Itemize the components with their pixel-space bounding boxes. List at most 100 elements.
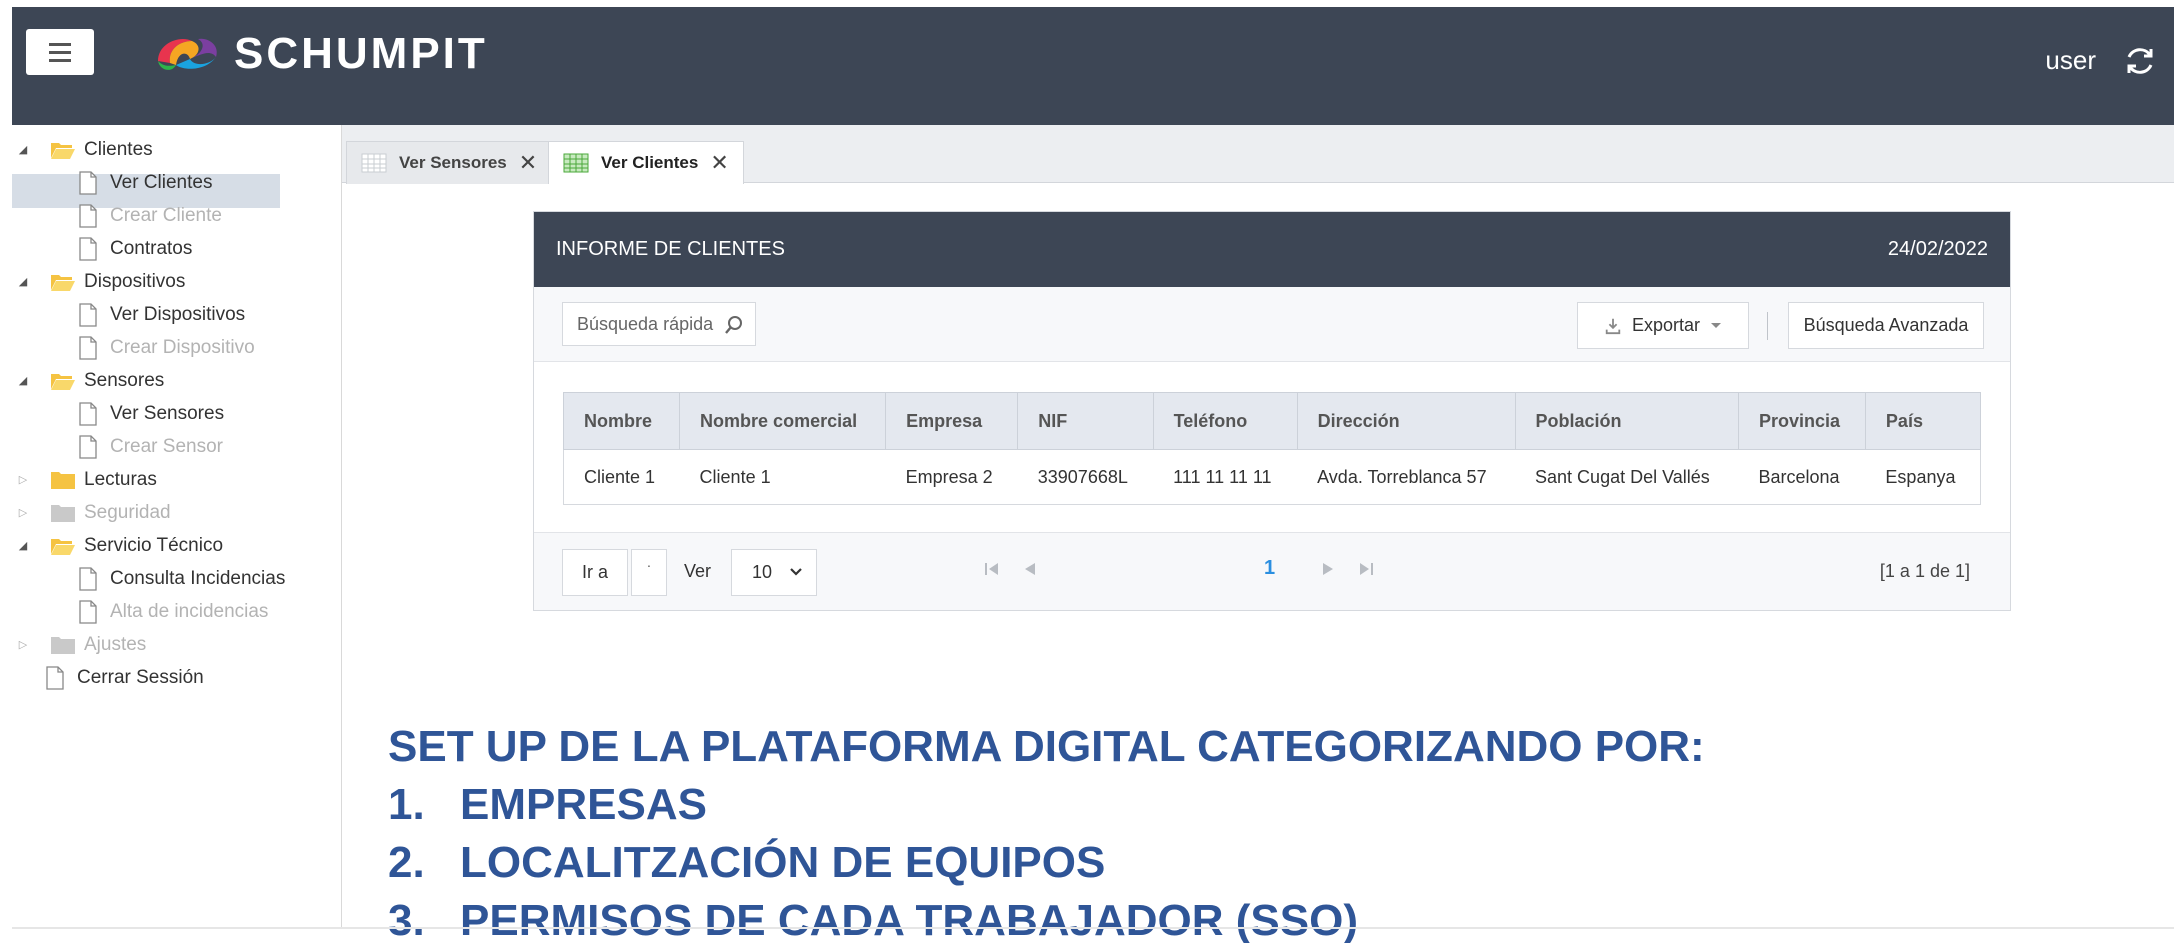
tab-label: Ver Clientes (601, 153, 699, 172)
tree-item[interactable]: Crear Cliente (78, 199, 222, 232)
hamburger-menu-button[interactable] (26, 29, 94, 75)
tree-item[interactable]: Ver Sensores (78, 397, 224, 430)
report-toolbar: Búsqueda rápida Exportar Búsqueda Avanza… (534, 287, 2010, 362)
close-icon[interactable]: ✕ (710, 150, 728, 176)
previous-page-icon[interactable] (1020, 559, 1040, 579)
last-page-icon[interactable] (1356, 559, 1376, 579)
tree-item[interactable]: ◢ Sensores (16, 364, 165, 397)
close-icon[interactable]: ✕ (519, 150, 537, 176)
column-header[interactable]: Teléfono (1152, 392, 1298, 450)
column-header[interactable]: Dirección (1296, 392, 1516, 450)
column-header[interactable]: Nombre (562, 392, 681, 450)
column-header[interactable]: Población (1514, 392, 1739, 450)
expand-toggle-icon[interactable]: ▷ (16, 638, 30, 651)
folder-open-icon (51, 373, 75, 390)
document-icon (79, 599, 97, 624)
refresh-icon[interactable] (2120, 41, 2160, 81)
panel-header: INFORME DE CLIENTES 24/02/2022 (534, 212, 2010, 287)
tree-item[interactable]: ▷ Lecturas (16, 463, 157, 496)
expand-toggle-icon[interactable]: ▷ (16, 506, 30, 519)
tree-item[interactable]: Ver Dispositivos (78, 298, 245, 331)
records-range: [1 a 1 de 1] (1879, 561, 1970, 581)
tree-item-label: Servicio Técnico (84, 534, 224, 556)
collapse-toggle-icon[interactable]: ◢ (16, 374, 30, 387)
column-header[interactable]: Nombre comercial (679, 392, 887, 450)
table-cell: Barcelona (1738, 449, 1866, 505)
folder-icon (51, 471, 75, 489)
tree-item[interactable]: ◢ Dispositivos (16, 265, 186, 298)
tree-item[interactable]: Alta de incidencias (78, 595, 268, 628)
document-icon (79, 170, 97, 195)
brand-name: SCHUMPIT (234, 29, 488, 78)
menu-icon-line (49, 42, 71, 46)
folder-icon (51, 636, 75, 654)
first-page-icon[interactable] (982, 559, 1002, 579)
bottom-divider (12, 927, 2174, 929)
table-cell: Empresa 2 (885, 449, 1018, 505)
toolbar-divider (1767, 312, 1768, 340)
next-page-icon[interactable] (1318, 559, 1338, 579)
tree-item[interactable]: Cerrar Sessión (45, 661, 204, 694)
menu-icon-line (49, 58, 71, 62)
tree-item-label: Crear Dispositivo (110, 336, 255, 358)
column-header[interactable]: País (1864, 392, 1982, 450)
tree-item[interactable]: Ver Clientes (78, 166, 212, 199)
collapse-toggle-icon[interactable]: ◢ (16, 539, 30, 552)
folder-icon (51, 504, 75, 522)
tree-item-label: Dispositivos (84, 270, 186, 292)
tab-ver-clientes[interactable]: Ver Clientes ✕ (548, 141, 744, 184)
export-button[interactable]: Exportar (1577, 302, 1749, 349)
slide-list-item: 3. PERMISOS DE CADA TRABAJADOR (SSO) (388, 892, 1705, 943)
tree-item[interactable]: Consulta Incidencias (78, 562, 285, 595)
table-cell: Sant Cugat Del Vallés (1515, 449, 1739, 505)
tree-item-label: Ver Clientes (110, 171, 213, 193)
tab-label: Ver Sensores (399, 153, 507, 172)
tree-item-label: Consulta Incidencias (110, 567, 286, 589)
slide-text: SET UP DE LA PLATAFORMA DIGITAL CATEGORI… (388, 718, 1705, 943)
table-cell: Espanya (1865, 449, 1982, 505)
tree-item-label: Crear Cliente (110, 204, 222, 226)
folder-open-icon (51, 274, 75, 291)
tree-item-label: Sensores (84, 369, 165, 391)
per-page-select[interactable]: 10 (731, 549, 817, 596)
advanced-search-button[interactable]: Búsqueda Avanzada (1788, 302, 1984, 349)
collapse-toggle-icon[interactable]: ◢ (16, 275, 30, 288)
column-header[interactable]: Empresa (885, 392, 1019, 450)
table-header-row: Nombre Nombre comercial Empresa NIF Teléfono… (562, 392, 1982, 450)
menu-icon-line (49, 50, 71, 54)
column-header[interactable]: NIF (1017, 392, 1154, 450)
document-icon (79, 236, 97, 261)
folder-open-icon (51, 142, 75, 159)
search-icon[interactable] (723, 314, 745, 336)
column-header[interactable]: Provincia (1737, 392, 1866, 450)
tree-item[interactable]: ◢ Clientes (16, 133, 153, 166)
tree-item[interactable]: Crear Dispositivo (78, 331, 255, 364)
tree-item[interactable]: ▷ Seguridad (16, 496, 171, 529)
expand-toggle-icon[interactable]: ▷ (16, 473, 30, 486)
tree-item-label: Lecturas (84, 468, 157, 490)
document-icon (79, 335, 97, 360)
current-page[interactable]: 1 (1264, 557, 1275, 580)
tab-ver-sensores[interactable]: Ver Sensores ✕ (346, 141, 553, 184)
document-icon (79, 566, 97, 591)
quick-search-input[interactable]: Búsqueda rápida (562, 302, 756, 346)
tree-item[interactable]: ▷ Ajustes (16, 628, 147, 661)
tree-item-label: Alta de incidencias (110, 600, 269, 622)
tree-item[interactable]: Contratos (78, 232, 192, 265)
goto-page-input[interactable]: · (631, 549, 667, 596)
list-text: LOCALITZACIÓN DE EQUIPOS (460, 838, 1106, 887)
collapse-toggle-icon[interactable]: ◢ (16, 143, 30, 156)
navigation-tree: ◢ Clientes Ver Clientes Crear Cliente Contra… (0, 125, 342, 928)
top-header: SCHUMPIT user (12, 7, 2174, 125)
goto-page-button[interactable]: Ir a (562, 549, 628, 596)
user-name[interactable]: user (2045, 45, 2096, 76)
table-row[interactable]: Cliente 1 Cliente 1 Empresa 2 33907668L 111 … (562, 449, 1982, 505)
tree-item[interactable]: Crear Sensor (78, 430, 223, 463)
tab-bar: Ver Sensores ✕ Ver Clientes ✕ (342, 125, 2174, 184)
clients-report-panel: INFORME DE CLIENTES 24/02/2022 Búsqueda … (533, 211, 2011, 611)
tree-item-label: Ver Dispositivos (110, 303, 246, 325)
tree-item[interactable]: ◢ Servicio Técnico (16, 529, 223, 562)
tree-item-label: Seguridad (84, 501, 171, 523)
tree-item-label: Ajustes (84, 633, 147, 655)
table-cell: 33907668L (1017, 449, 1154, 505)
